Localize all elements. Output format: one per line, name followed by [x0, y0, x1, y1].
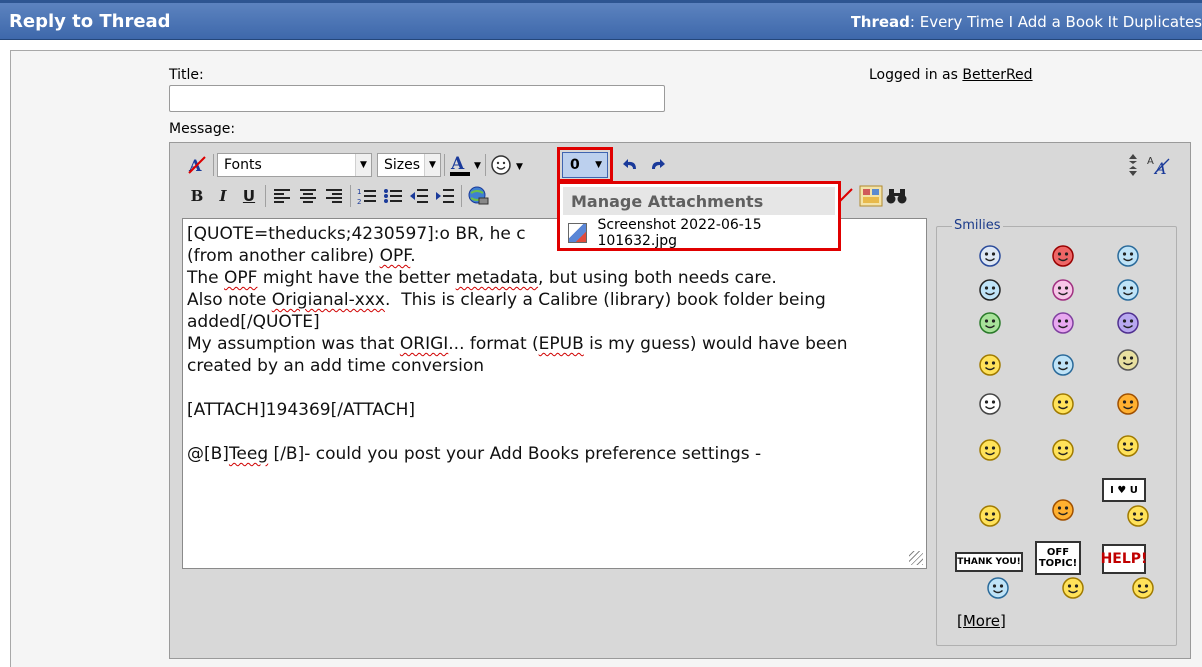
- smiley-sign-icon[interactable]: [1123, 501, 1153, 531]
- svg-text:▼: ▼: [474, 161, 481, 171]
- ordered-list-icon[interactable]: 12: [354, 183, 380, 209]
- align-left-icon[interactable]: [269, 183, 295, 209]
- toolbar-separator: [461, 185, 462, 207]
- toolbar-row-2-right: [832, 183, 910, 209]
- smiley-bulb-icon[interactable]: [975, 389, 1005, 419]
- insert-image-icon[interactable]: [858, 183, 884, 209]
- toolbar-right: AA: [1122, 152, 1174, 178]
- message-textarea[interactable]: [QUOTE=theducks;4230597]:o BR, he cthe (…: [182, 218, 927, 569]
- svg-text:▼: ▼: [516, 162, 523, 172]
- message-line: @[B]Teeg [/B]- could you post your Add B…: [187, 444, 762, 464]
- toolbar-row-1: A Fonts▼ Sizes▼ A▼ ▼: [184, 152, 527, 178]
- smiley-sign-off-topic[interactable]: OFF TOPIC!: [1035, 541, 1081, 575]
- redo-icon[interactable]: [644, 152, 670, 178]
- smiley-smile-icon[interactable]: [1113, 275, 1143, 305]
- svg-text:A: A: [1147, 156, 1154, 167]
- smiley-thumbs-icon[interactable]: [975, 435, 1005, 465]
- smiley-party-icon[interactable]: [1113, 389, 1143, 419]
- attachment-file-item[interactable]: Screenshot 2022-06-15 101632.jpg: [568, 217, 838, 249]
- smiley-santa-icon[interactable]: [1113, 431, 1143, 461]
- smiley-calm-icon[interactable]: [1113, 241, 1143, 271]
- fonts-dropdown[interactable]: Fonts ▼: [217, 153, 372, 177]
- smiley-shocked-icon[interactable]: [975, 241, 1005, 271]
- smiley-sign-help[interactable]: HELP!: [1101, 544, 1147, 574]
- title-input[interactable]: [169, 85, 665, 112]
- message-line: [ATTACH]194369[/ATTACH]: [187, 400, 416, 420]
- undo-icon[interactable]: [618, 152, 644, 178]
- insert-link-icon[interactable]: [465, 183, 491, 209]
- logged-in-status: Logged in as BetterRed: [869, 67, 1033, 83]
- toolbar-separator: [350, 185, 351, 207]
- italic-button[interactable]: I: [210, 183, 236, 209]
- reply-header: Reply to Thread Thread: Every Time I Add…: [0, 0, 1202, 40]
- resize-grip-icon[interactable]: [909, 551, 923, 565]
- smiley-wink-icon[interactable]: [1048, 275, 1078, 305]
- smilies-title: Smilies: [952, 218, 1003, 233]
- resize-editor-icon[interactable]: [1122, 152, 1144, 178]
- svg-text:2: 2: [357, 198, 361, 205]
- username-link[interactable]: BetterRed: [962, 67, 1032, 83]
- remove-format-icon[interactable]: A: [184, 152, 210, 178]
- message-line: Also note Origianal-xxx. This is clearly…: [187, 290, 826, 310]
- smiley-confused-icon[interactable]: [1048, 350, 1078, 380]
- smiley-sign-icon[interactable]: [1128, 573, 1158, 603]
- attachments-dropdown: Manage Attachments Screenshot 2022-06-15…: [557, 181, 841, 251]
- svg-text:1: 1: [357, 188, 361, 196]
- more-smilies-link[interactable]: [More]: [957, 612, 1006, 630]
- sizes-dropdown[interactable]: Sizes ▼: [377, 153, 441, 177]
- smiley-happy-icon[interactable]: [1048, 308, 1078, 338]
- smiley-angry-icon[interactable]: [1048, 241, 1078, 271]
- message-line: My assumption was that ORIGI... format (…: [187, 334, 848, 354]
- smiley-sign-icon[interactable]: [1058, 573, 1088, 603]
- unordered-list-icon[interactable]: [380, 183, 406, 209]
- underline-button[interactable]: U: [236, 183, 262, 209]
- title-label: Title:: [169, 67, 204, 83]
- text-color-button[interactable]: A ▼: [448, 152, 482, 178]
- smiley-sad-icon[interactable]: [1113, 308, 1143, 338]
- smiley-grin-icon[interactable]: [975, 308, 1005, 338]
- svg-text:A: A: [450, 154, 465, 174]
- bold-button[interactable]: B: [184, 183, 210, 209]
- toolbar-separator: [485, 154, 486, 176]
- smiley-smile-icon[interactable]: [975, 350, 1005, 380]
- align-center-icon[interactable]: [295, 183, 321, 209]
- smiley-reading-icon[interactable]: [1113, 345, 1143, 375]
- smiley-think-icon[interactable]: [1048, 435, 1078, 465]
- smiley-sign-icon[interactable]: [983, 573, 1013, 603]
- message-label: Message:: [169, 121, 236, 137]
- toolbar-separator: [265, 185, 266, 207]
- smiley-cool-icon[interactable]: [975, 275, 1005, 305]
- outdent-icon[interactable]: [406, 183, 432, 209]
- message-line: created by an add time conversion: [187, 356, 485, 376]
- chevron-down-icon: ▼: [424, 154, 440, 176]
- toolbar-separator: [444, 154, 445, 176]
- smiley-hide-icon[interactable]: [975, 501, 1005, 531]
- image-file-icon: [568, 223, 588, 243]
- toolbar-separator: [213, 154, 214, 176]
- chevron-down-icon: ▼: [355, 154, 371, 176]
- manage-attachments-item[interactable]: Manage Attachments: [563, 187, 835, 215]
- smiley-sign-love[interactable]: I ♥ U: [1102, 478, 1146, 502]
- smiley-wave-icon[interactable]: [1048, 389, 1078, 419]
- message-line: The OPF might have the better metadata, …: [187, 268, 777, 288]
- message-line: [187, 421, 922, 443]
- message-line: [187, 377, 922, 399]
- page-title: Reply to Thread: [9, 11, 171, 32]
- toolbar-undo-redo: [618, 152, 670, 178]
- align-right-icon[interactable]: [321, 183, 347, 209]
- smiley-book-icon[interactable]: [1048, 495, 1078, 525]
- toolbar-row-2: B I U 12: [184, 183, 491, 209]
- thread-title: Thread: Every Time I Add a Book It Dupli…: [850, 13, 1202, 31]
- indent-icon[interactable]: [432, 183, 458, 209]
- message-line: added[/QUOTE]: [187, 312, 320, 332]
- attachment-button-highlight: [557, 147, 613, 182]
- switch-editor-mode-icon[interactable]: AA: [1144, 152, 1174, 178]
- smiley-insert-button[interactable]: ▼: [489, 152, 527, 178]
- smiley-sign-thank-you[interactable]: THANK YOU!: [955, 552, 1023, 572]
- find-binoculars-icon[interactable]: [884, 183, 910, 209]
